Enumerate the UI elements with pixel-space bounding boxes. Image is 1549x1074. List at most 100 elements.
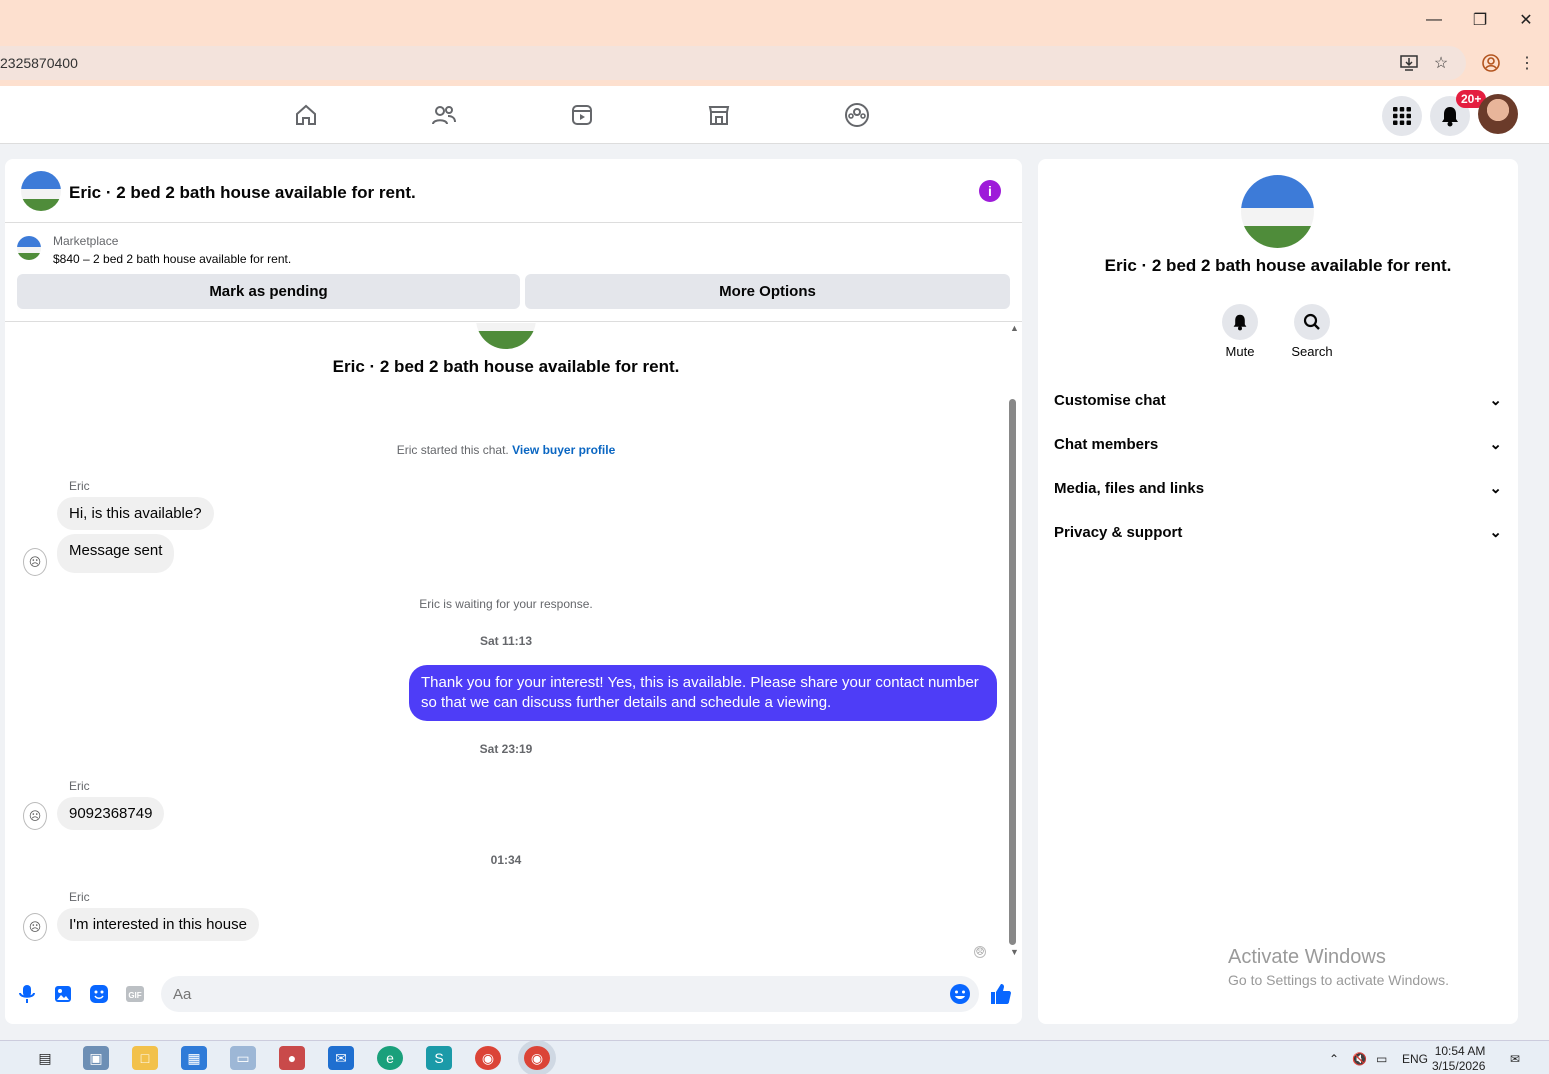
sender-avatar[interactable]: ☹ [23,802,47,830]
top-navigation [0,86,1549,144]
url-box[interactable]: 2325870400 [0,46,1466,80]
emoji-icon[interactable] [948,982,972,1006]
sticker-icon[interactable] [87,982,111,1006]
info-icon[interactable]: i [979,180,1001,202]
row-label: Customise chat [1054,391,1166,409]
photo-icon[interactable] [51,982,75,1006]
scrollbar-thumb[interactable] [1009,399,1016,945]
network-icon[interactable]: ▭ [1376,1052,1387,1066]
read-receipt-avatar: ☹ [974,946,986,958]
chevron-down-icon: ⌄ [1489,392,1502,409]
listing-thumbnail[interactable] [17,236,41,260]
chat-panel: Eric · 2 bed 2 bath house available for … [5,159,1022,1024]
thread-title: Eric · 2 bed 2 bath house available for … [332,357,680,376]
marketplace-icon[interactable] [704,100,734,130]
svg-text:GIF: GIF [128,991,141,1000]
outgoing-message[interactable]: Thank you for your interest! Yes, this i… [409,665,997,721]
browser-titlebar: — ❐ ✕ [0,0,1549,40]
row-label: Media, files and links [1054,479,1205,497]
search-label[interactable]: Search [1277,344,1347,359]
app-icon[interactable]: ● [279,1046,305,1070]
menu-grid-icon[interactable] [1382,96,1422,136]
groups-icon[interactable] [842,100,872,130]
chat-started-notice: Eric started this chat. View buyer profi… [5,443,1007,457]
mail-icon[interactable]: ✉ [328,1046,354,1070]
chat-title[interactable]: Eric · 2 bed 2 bath house available for … [69,183,416,203]
language-indicator[interactable]: ENG [1402,1052,1428,1066]
address-bar: 2325870400 ☆ ⋮ [0,40,1549,86]
app-icon[interactable]: S [426,1046,452,1070]
view-buyer-profile-link[interactable]: View buyer profile [512,443,615,457]
browser-menu-icon[interactable]: ⋮ [1516,52,1538,74]
microphone-icon[interactable] [15,982,39,1006]
video-icon[interactable] [567,100,597,130]
message-input[interactable] [161,976,979,1012]
chevron-down-icon: ⌄ [1489,524,1502,541]
task-view-icon[interactable]: ▤ [32,1046,58,1070]
restore-icon[interactable]: ❐ [1457,0,1503,40]
chat-started-text: Eric started this chat. [396,443,509,457]
chat-details-panel: Eric · 2 bed 2 bath house available for … [1038,159,1518,1024]
profile-picture[interactable] [1241,175,1314,248]
clock-date: 3/15/2026 [1432,1059,1486,1073]
sender-name: Eric [69,479,90,493]
chat-members-row[interactable]: Chat members ⌄ [1054,424,1502,464]
mark-pending-button[interactable]: Mark as pending [17,274,520,309]
minimize-icon[interactable]: — [1411,0,1457,40]
scroll-up-icon[interactable]: ▲ [1010,323,1019,333]
listing-avatar[interactable] [21,171,61,211]
store-icon[interactable]: ▦ [181,1046,207,1070]
gif-icon[interactable]: GIF [123,982,147,1006]
file-explorer-icon[interactable]: □ [132,1046,158,1070]
chevron-down-icon: ⌄ [1489,436,1502,453]
mute-bell-icon[interactable] [1222,304,1258,340]
customise-chat-row[interactable]: Customise chat ⌄ [1054,380,1502,420]
sender-avatar[interactable]: ☹ [23,548,47,576]
row-label: Chat members [1054,435,1159,453]
activate-windows-subtitle: Go to Settings to activate Windows. [1228,972,1449,988]
mute-label[interactable]: Mute [1205,344,1275,359]
app-icon[interactable]: ▣ [83,1046,109,1070]
sender-name: Eric [69,890,90,904]
search-icon[interactable] [1294,304,1330,340]
listing-text[interactable]: $840 – 2 bed 2 bath house available for … [53,252,291,266]
activate-windows-title: Activate Windows [1228,946,1386,968]
tray-expand-icon[interactable]: ⌃ [1329,1052,1339,1066]
friends-icon[interactable] [429,100,459,130]
close-icon[interactable]: ✕ [1503,0,1549,40]
action-center-icon[interactable]: ✉ [1510,1052,1520,1066]
details-title: Eric · 2 bed 2 bath house available for … [1104,256,1452,275]
clock[interactable]: 10:54 AM 3/15/2026 [1432,1044,1485,1074]
timestamp: Sat 23:19 [479,742,533,756]
sender-name: Eric [69,779,90,793]
bookmark-star-icon[interactable]: ☆ [1430,52,1452,74]
more-options-button[interactable]: More Options [525,274,1010,309]
install-app-icon[interactable] [1398,52,1420,74]
home-icon[interactable] [291,100,321,130]
volume-muted-icon[interactable]: 🔇 [1352,1052,1367,1066]
profile-icon[interactable] [1480,52,1502,74]
incoming-message[interactable]: Hi, is this available? [57,497,214,530]
timestamp: 01:34 [490,853,522,867]
chevron-down-icon: ⌄ [1489,480,1502,497]
account-avatar[interactable] [1478,94,1518,134]
timestamp: Sat 11:13 [479,634,533,648]
incoming-message[interactable]: 9092368749 [57,797,165,830]
privacy-support-row[interactable]: Privacy & support ⌄ [1054,512,1502,552]
incoming-message[interactable]: Message sent [57,534,175,573]
media-files-links-row[interactable]: Media, files and links ⌄ [1054,468,1502,508]
row-label: Privacy & support [1054,523,1183,541]
app-icon[interactable]: ▭ [230,1046,256,1070]
incoming-message[interactable]: I'm interested in this house [57,908,259,941]
chrome-active-icon[interactable]: ◉ [524,1046,550,1070]
marketplace-label: Marketplace [53,234,119,248]
chrome-icon[interactable]: ◉ [475,1046,501,1070]
url-text[interactable]: 2325870400 [0,55,78,71]
scroll-down-icon[interactable]: ▼ [1010,947,1019,957]
divider [5,321,1022,322]
sender-avatar[interactable]: ☹ [23,913,47,941]
clock-time: 10:54 AM [1434,1044,1486,1058]
thumbs-up-icon[interactable] [988,982,1012,1006]
edge-icon[interactable]: e [377,1046,403,1070]
taskbar: ▤ ▣ □ ▦ ▭ ● ✉ e S ◉ ◉ ⌃ 🔇 ▭ ENG 10:54 AM… [0,1040,1549,1074]
